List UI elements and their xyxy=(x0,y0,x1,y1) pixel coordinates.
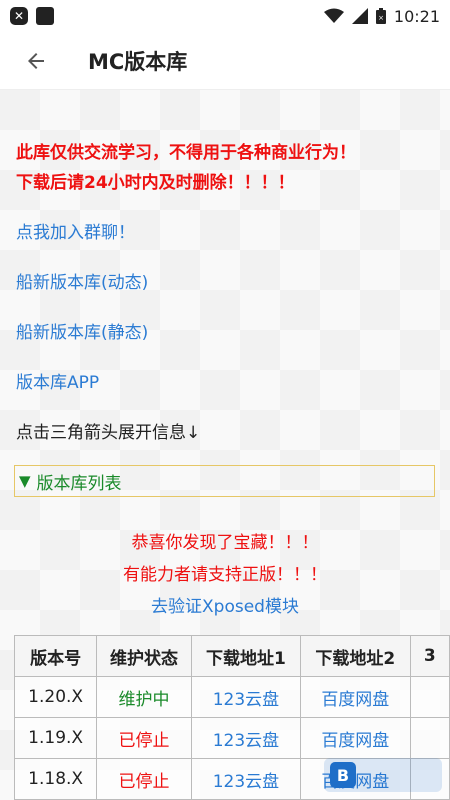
cell-download-2-link[interactable]: 百度网盘 xyxy=(300,717,411,759)
header-download-2: 下载地址2 xyxy=(300,635,411,677)
cell-download-2-link[interactable]: 百度网盘 xyxy=(300,676,411,718)
square-icon xyxy=(36,7,54,25)
dynamic-library-link[interactable]: 船新版本库(动态) xyxy=(16,268,148,293)
status-left-icons: ✕ xyxy=(10,7,54,25)
warning-notice: 此库仅供交流学习，不得用于各种商业行为！ 下载后请24小时内及时删除！！！！ xyxy=(16,138,436,198)
header-download-3: 3 xyxy=(409,635,450,677)
status-bar: ✕ × 10:21 xyxy=(0,0,450,32)
expand-hint: 点击三角箭头展开信息↓ xyxy=(16,423,201,443)
wifi-icon xyxy=(323,8,344,23)
cell-status: 已停止 xyxy=(96,758,192,800)
watermark-badge-icon: B xyxy=(330,762,356,788)
cell-version: 1.20.X xyxy=(14,676,98,718)
triangle-down-icon: ▼ xyxy=(19,472,31,490)
cell-download-3 xyxy=(409,676,450,718)
close-box-icon: ✕ xyxy=(10,7,28,25)
watermark-logo: B xyxy=(324,758,442,792)
svg-text:×: × xyxy=(378,14,384,22)
signal-icon xyxy=(351,8,368,24)
back-button[interactable] xyxy=(8,33,64,89)
join-group-link[interactable]: 点我加入群聊！ xyxy=(16,218,135,243)
main-content: 此库仅供交流学习，不得用于各种商业行为！ 下载后请24小时内及时删除！！！！ 点… xyxy=(0,90,450,800)
version-list-toggle[interactable]: ▼ 版本库列表 xyxy=(14,465,435,497)
verify-xposed-link[interactable]: 去验证Xposed模块 xyxy=(0,592,450,617)
cell-download-1-link[interactable]: 123云盘 xyxy=(190,717,302,759)
cell-download-3 xyxy=(409,717,450,759)
table-row: 1.19.X 已停止 123云盘 百度网盘 xyxy=(14,717,450,759)
warning-line-2: 下载后请24小时内及时删除！！！！ xyxy=(16,173,295,193)
library-app-link[interactable]: 版本库APP xyxy=(16,368,99,393)
header-status: 维护状态 xyxy=(96,635,192,677)
warning-line-1: 此库仅供交流学习，不得用于各种商业行为！ xyxy=(16,143,356,163)
status-right: × 10:21 xyxy=(323,6,440,26)
page-title: MC版本库 xyxy=(88,49,188,74)
treasure-line-1: 恭喜你发现了宝藏！！！ xyxy=(131,533,319,553)
status-time: 10:21 xyxy=(393,6,440,26)
battery-icon: × xyxy=(375,8,386,24)
static-library-link[interactable]: 船新版本库(静态) xyxy=(16,318,148,343)
header-version: 版本号 xyxy=(14,635,98,677)
app-bar: MC版本库 xyxy=(0,32,450,90)
cell-version: 1.18.X xyxy=(14,758,98,800)
cell-status: 维护中 xyxy=(96,676,192,718)
cell-download-1-link[interactable]: 123云盘 xyxy=(190,758,302,800)
table-row: 1.20.X 维护中 123云盘 百度网盘 xyxy=(14,676,450,718)
header-download-1: 下载地址1 xyxy=(190,635,302,677)
cell-download-1-link[interactable]: 123云盘 xyxy=(190,676,302,718)
version-list-summary: 版本库列表 xyxy=(36,473,122,494)
cell-status: 已停止 xyxy=(96,717,192,759)
table-header-row: 版本号 维护状态 下载地址1 下载地址2 3 xyxy=(14,635,450,677)
arrow-left-icon xyxy=(28,52,44,69)
treasure-line-2: 有能力者请支持正版！！！ xyxy=(123,565,327,585)
cell-version: 1.19.X xyxy=(14,717,98,759)
